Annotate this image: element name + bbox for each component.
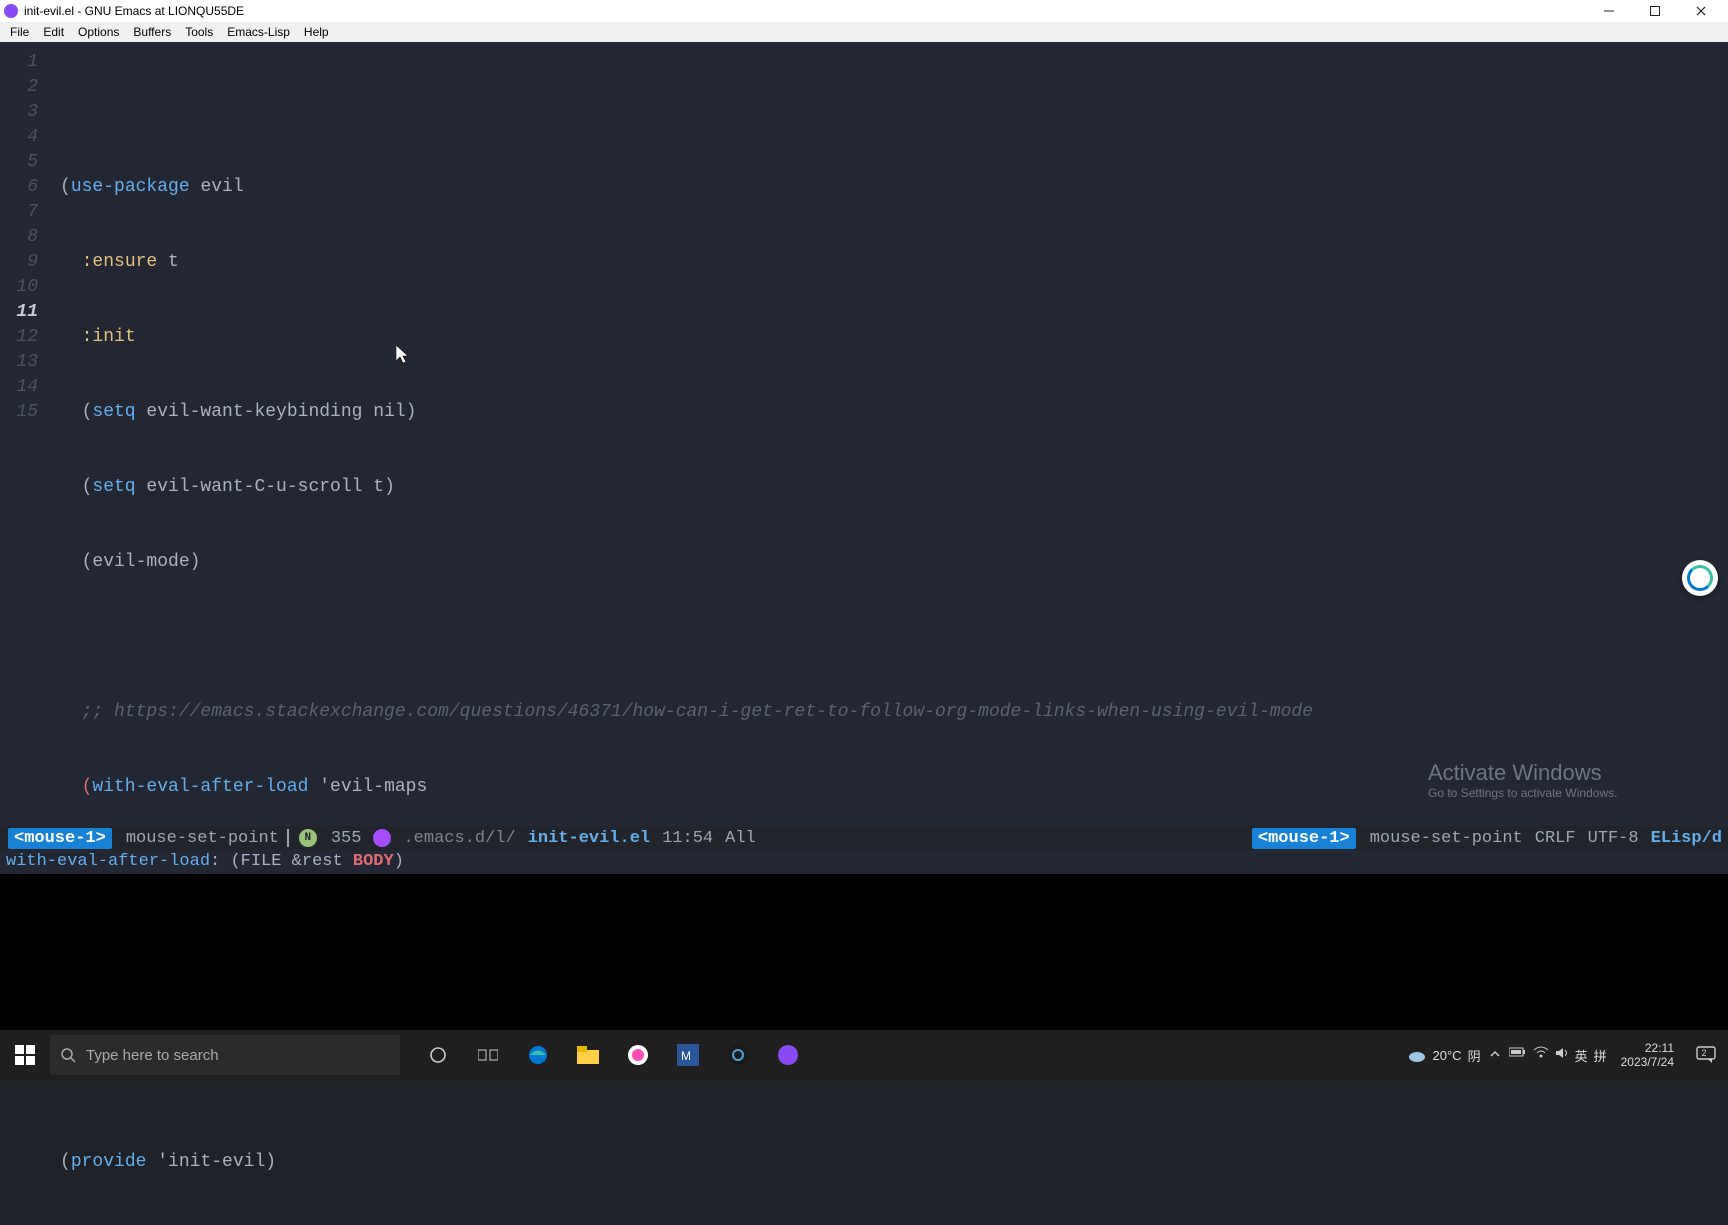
minimize-button[interactable] (1586, 0, 1632, 22)
obs-app-icon[interactable] (714, 1030, 762, 1080)
cloud-icon (1407, 1047, 1427, 1063)
menu-file[interactable]: File (4, 25, 35, 39)
buffer-filename: init-evil.el (522, 829, 656, 848)
taskbar-pinned-apps: M (414, 1030, 812, 1080)
file-explorer-icon[interactable] (564, 1030, 612, 1080)
system-tray: 英 拼 (1509, 1046, 1607, 1065)
search-placeholder: Type here to search (86, 1047, 219, 1064)
menu-emacs-lisp[interactable]: Emacs-Lisp (221, 25, 296, 39)
window-title: init-evil.el - GNU Emacs at LIONQU55DE (24, 4, 244, 18)
matching-open-paren: ( (60, 777, 92, 797)
title-bar: init-evil.el - GNU Emacs at LIONQU55DE (0, 0, 1728, 22)
buffer-path-dim: .emacs.d/l/ (397, 829, 521, 848)
taskbar-search[interactable]: Type here to search (50, 1035, 400, 1075)
mouse-event-pill-right: <mouse-1> (1252, 828, 1356, 849)
start-button[interactable] (0, 1030, 50, 1080)
mouse-command-left: mouse-set-point (120, 829, 285, 848)
notification-center-button[interactable]: 2 (1688, 1046, 1724, 1064)
battery-icon[interactable] (1509, 1046, 1527, 1065)
encoding-indicator: UTF-8 (1582, 829, 1645, 848)
separator-icon (287, 829, 289, 847)
mode-line[interactable]: <mouse-1> mouse-set-point N 355 .emacs.d… (0, 826, 1728, 850)
mouse-command-right: mouse-set-point (1364, 829, 1529, 848)
mobaxterm-app-icon[interactable]: M (664, 1030, 712, 1080)
close-button[interactable] (1678, 0, 1724, 22)
mouse-event-pill-left: <mouse-1> (8, 828, 112, 849)
ime-language-1[interactable]: 英 (1575, 1046, 1588, 1065)
menu-help[interactable]: Help (298, 25, 335, 39)
menu-edit[interactable]: Edit (37, 25, 70, 39)
cursor-position: 11:54 (656, 829, 719, 848)
volume-icon[interactable] (1555, 1046, 1569, 1065)
emacs-icon (4, 4, 18, 18)
svg-text:M: M (681, 1049, 691, 1063)
weather-widget[interactable]: 20°C 阴 (1407, 1046, 1481, 1065)
echo-area: with-eval-after-load: (FILE &rest BODY) (0, 850, 1728, 874)
letterbox-band (0, 874, 1728, 1030)
char-position: 355 (325, 829, 368, 848)
eol-indicator: CRLF (1529, 829, 1582, 848)
major-mode: ELisp/d (1645, 829, 1728, 848)
evil-state-badge: N (299, 829, 317, 847)
ime-language-2[interactable]: 拼 (1594, 1046, 1607, 1065)
cortana-button[interactable] (464, 1030, 512, 1080)
copilot-app-icon[interactable] (614, 1030, 662, 1080)
search-icon (60, 1047, 76, 1063)
maximize-button[interactable] (1632, 0, 1678, 22)
taskbar-clock[interactable]: 22:11 2023/7/24 (1615, 1041, 1680, 1070)
edge-app-icon[interactable] (514, 1030, 562, 1080)
menu-tools[interactable]: Tools (179, 25, 219, 39)
menu-options[interactable]: Options (72, 25, 125, 39)
emacs-app-icon[interactable] (764, 1030, 812, 1080)
project-icon (373, 829, 391, 847)
line-number-gutter: 123 456 789 101112 131415 (0, 50, 46, 425)
svg-text:2: 2 (1701, 1048, 1706, 1058)
menu-buffers[interactable]: Buffers (127, 25, 177, 39)
edge-beta-overlay-icon[interactable] (1682, 560, 1718, 596)
windows-taskbar: Type here to search M 20°C 阴 英 拼 22:11 2 (0, 1030, 1728, 1080)
wifi-icon[interactable] (1533, 1046, 1549, 1065)
tray-chevron-up-icon[interactable] (1489, 1048, 1501, 1063)
scroll-percent: All (719, 829, 762, 848)
task-view-button[interactable] (414, 1030, 462, 1080)
editor-area[interactable]: 123 456 789 101112 131415 (use-package e… (0, 42, 1728, 832)
activate-windows-watermark: Activate Windows Go to Settings to activ… (1428, 760, 1688, 800)
menu-bar: File Edit Options Buffers Tools Emacs-Li… (0, 22, 1728, 42)
